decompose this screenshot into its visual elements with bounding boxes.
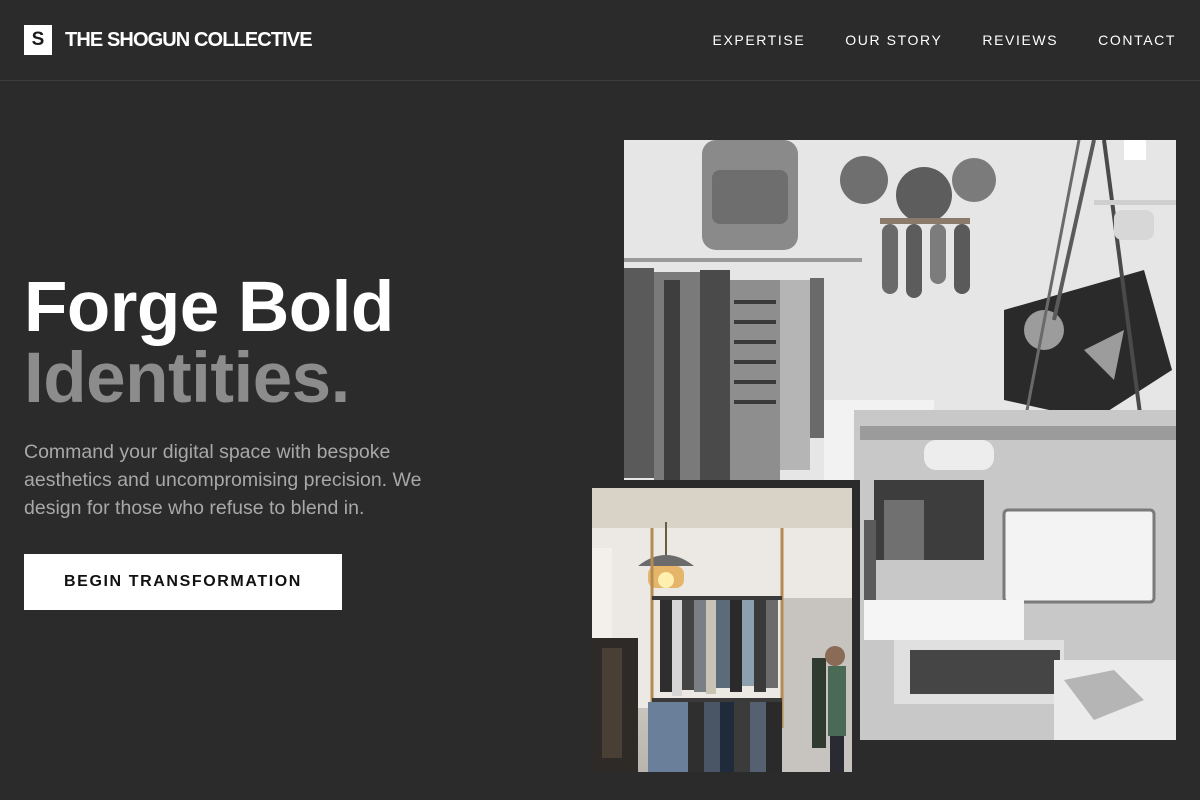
hero-title: Forge Bold Identities. [24, 272, 394, 414]
brand-name: THE SHOGUN COLLECTIVE [65, 28, 313, 51]
brand-logo-link[interactable]: S THE SHOGUN COLLECTIVE [24, 25, 313, 55]
main-nav: EXPERTISE OUR STORY REVIEWS CONTACT [713, 32, 1176, 48]
nav-link-contact[interactable]: CONTACT [1098, 32, 1176, 48]
hero-title-line-2: Identities. [24, 339, 350, 418]
hero-subtitle: Command your digital space with bespoke … [24, 441, 422, 519]
logo-mark: S [24, 25, 52, 55]
site-header: S THE SHOGUN COLLECTIVE EXPERTISE OUR ST… [0, 0, 1200, 81]
begin-transformation-button[interactable]: BEGIN TRANSFORMATION [24, 554, 342, 610]
nav-link-expertise[interactable]: EXPERTISE [713, 32, 806, 48]
hero-title-line-1: Forge Bold [24, 268, 394, 347]
nav-link-our-story[interactable]: OUR STORY [845, 32, 942, 48]
boutique-interior-photo-small [584, 480, 860, 780]
clothing-rack-illustration [592, 488, 852, 772]
nav-link-reviews[interactable]: REVIEWS [982, 32, 1058, 48]
